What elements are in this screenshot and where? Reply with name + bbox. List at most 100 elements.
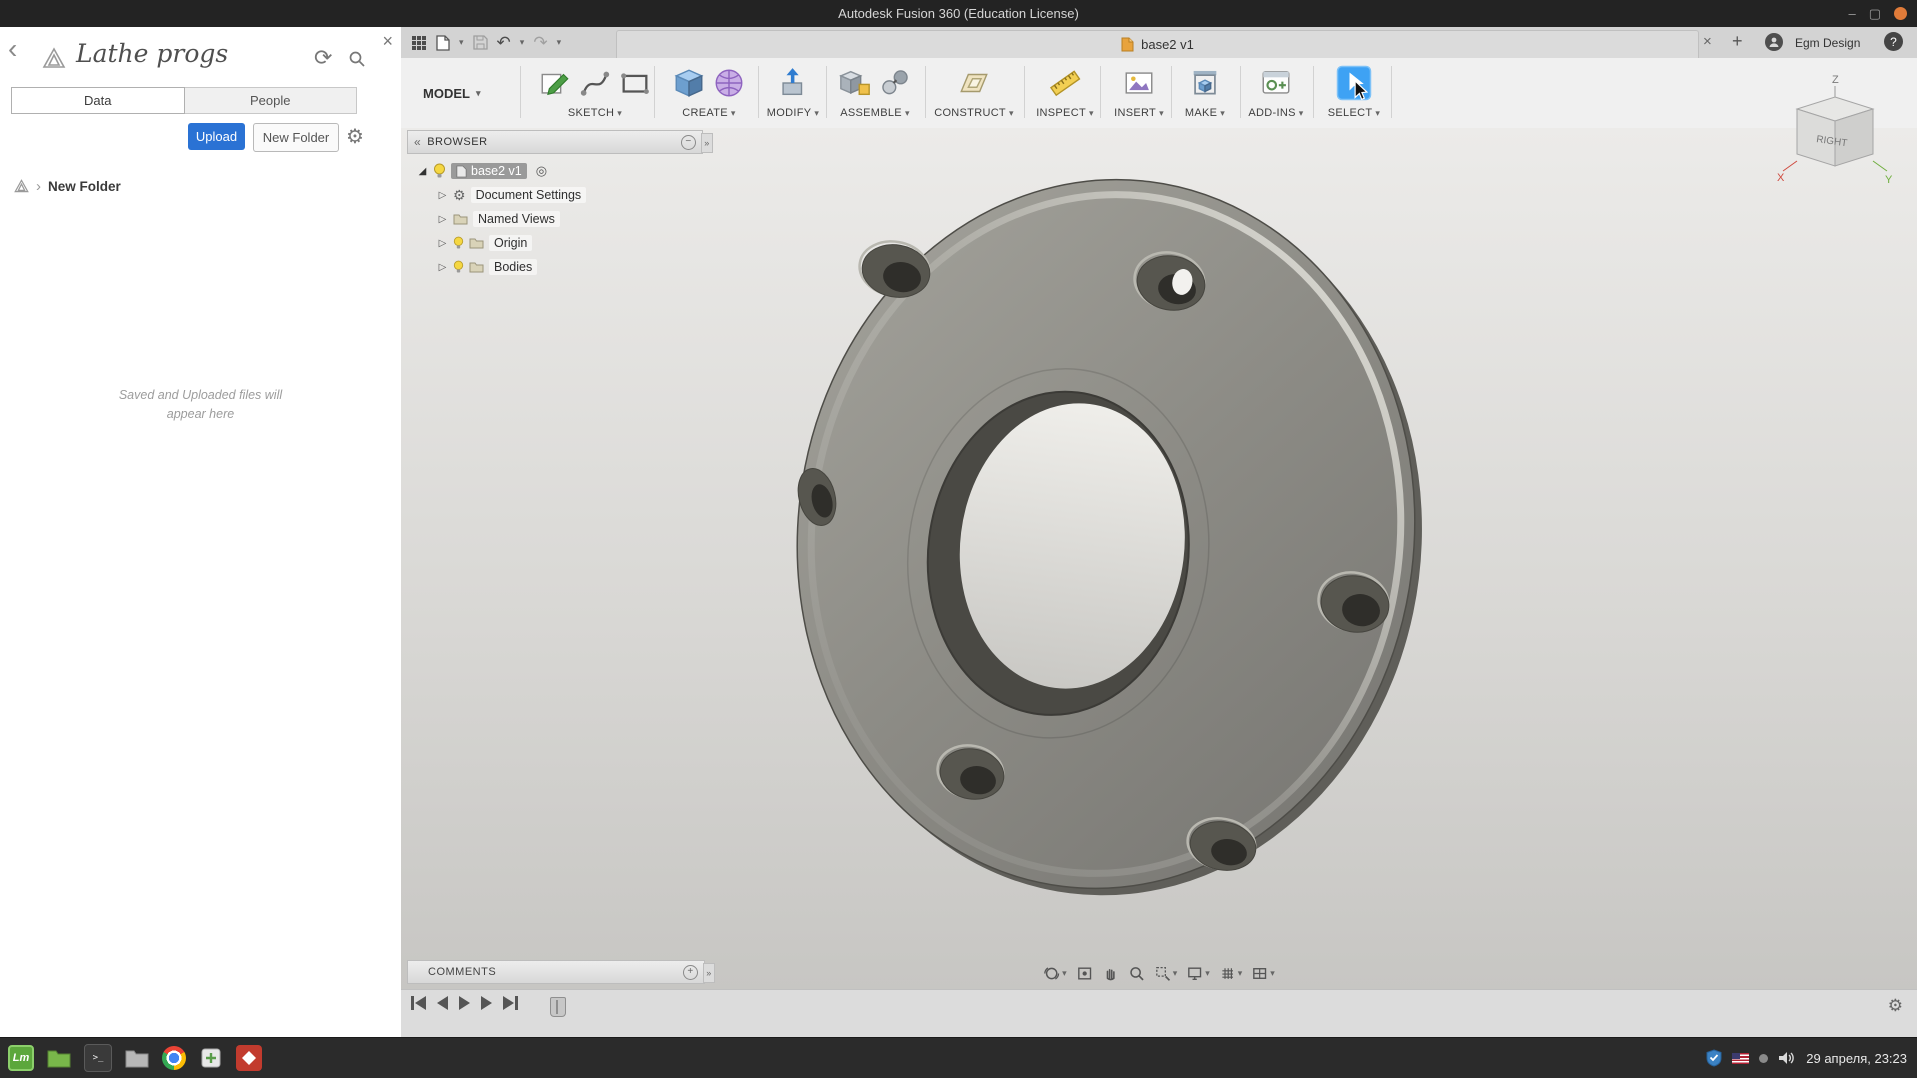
tab-data[interactable]: Data <box>11 87 185 114</box>
display-settings-icon[interactable]: ▾ <box>1186 965 1210 982</box>
file-menu-caret-icon[interactable]: ▾ <box>459 37 464 48</box>
expander-closed-icon[interactable]: ▷ <box>437 238 448 249</box>
tray-icon[interactable] <box>1759 1053 1769 1063</box>
sketch-caret-icon[interactable]: ▾ <box>617 108 622 119</box>
timeline-settings-icon[interactable]: ⚙ <box>1888 996 1903 1016</box>
browser-resize-handle[interactable]: » <box>701 133 713 153</box>
undo-icon[interactable]: ↶ <box>497 34 511 51</box>
redo-icon[interactable]: ↷ <box>533 34 547 51</box>
back-icon[interactable]: ‹ <box>8 35 17 63</box>
zoom-icon[interactable] <box>1128 965 1145 982</box>
viewcube[interactable]: Z RIGHT X Y <box>1775 71 1895 191</box>
make-3d-print-icon[interactable] <box>1188 66 1222 100</box>
browser-header[interactable]: « BROWSER − » <box>407 130 713 154</box>
search-icon[interactable] <box>348 50 366 68</box>
create-sketch-icon[interactable] <box>538 66 572 100</box>
maximize-button[interactable]: ▢ <box>1869 7 1881 20</box>
tree-row-root[interactable]: ◢ base2 v1 ◎ <box>407 159 703 183</box>
play-button[interactable] <box>459 996 470 1010</box>
skip-to-end-button[interactable] <box>503 996 518 1010</box>
sketch-rectangle-icon[interactable] <box>618 66 652 100</box>
sketch-spline-icon[interactable] <box>578 66 612 100</box>
assemble-caret-icon[interactable]: ▾ <box>905 108 910 119</box>
viewports-icon[interactable]: ▾ <box>1251 965 1275 982</box>
file-menu-icon[interactable] <box>436 34 450 51</box>
root-node[interactable]: base2 v1 <box>451 163 527 179</box>
taskbar-clock[interactable]: 29 апреля, 23:23 <box>1806 1051 1907 1066</box>
green-folder-icon[interactable] <box>46 1045 72 1071</box>
collapse-browser-icon[interactable]: « <box>414 135 421 149</box>
expander-closed-icon[interactable]: ▷ <box>437 262 448 273</box>
shield-icon[interactable] <box>1706 1049 1722 1067</box>
chrome-icon[interactable] <box>162 1046 186 1070</box>
timeline-playhead[interactable] <box>550 997 566 1017</box>
construction-plane-icon[interactable] <box>957 66 991 100</box>
new-component-icon[interactable] <box>838 66 872 100</box>
activate-component-radio[interactable]: ◎ <box>536 163 547 179</box>
addins-caret-icon[interactable]: ▾ <box>1299 108 1304 119</box>
comments-bar[interactable]: COMMENTS + » <box>407 960 715 984</box>
make-caret-icon[interactable]: ▾ <box>1220 108 1225 119</box>
skip-to-start-button[interactable] <box>411 996 426 1010</box>
refresh-icon[interactable]: ⟳ <box>314 45 332 71</box>
look-at-icon[interactable] <box>1076 965 1093 982</box>
expander-open-icon[interactable]: ◢ <box>417 166 428 177</box>
expander-closed-icon[interactable]: ▷ <box>437 190 448 201</box>
upload-button[interactable]: Upload <box>188 123 245 150</box>
visibility-bulb-icon[interactable] <box>453 236 464 250</box>
browser-minimize-icon[interactable]: − <box>681 134 696 150</box>
zoom-window-icon[interactable]: ▾ <box>1154 965 1177 982</box>
tree-row-document-settings[interactable]: ▷ ⚙ Document Settings <box>407 183 703 207</box>
tab-people[interactable]: People <box>184 87 357 114</box>
comments-expand-icon[interactable]: + <box>683 964 698 980</box>
visibility-bulb-icon[interactable] <box>433 163 446 179</box>
account-name[interactable]: Egm Design <box>1795 36 1879 50</box>
create-caret-icon[interactable]: ▾ <box>731 108 736 119</box>
terminal-icon[interactable]: >_ <box>84 1044 112 1072</box>
grid-snap-icon[interactable]: ▾ <box>1219 965 1242 982</box>
construct-caret-icon[interactable]: ▾ <box>1009 108 1014 119</box>
tree-row-named-views[interactable]: ▷ Named Views <box>407 207 703 231</box>
joint-icon[interactable] <box>878 66 912 100</box>
undo-caret-icon[interactable]: ▾ <box>520 37 525 48</box>
tree-row-bodies[interactable]: ▷ Bodies <box>407 255 703 279</box>
account-avatar[interactable] <box>1765 33 1783 51</box>
document-tab[interactable]: base2 v1 <box>616 30 1699 58</box>
orbit-icon[interactable]: ▾ <box>1043 965 1067 982</box>
data-panel-settings-icon[interactable]: ⚙ <box>346 124 364 149</box>
step-forward-button[interactable] <box>481 996 492 1010</box>
visibility-bulb-icon[interactable] <box>453 260 464 274</box>
mint-menu-icon[interactable]: Lm <box>8 1045 34 1071</box>
create-box-icon[interactable] <box>672 66 706 100</box>
insert-canvas-icon[interactable] <box>1122 66 1156 100</box>
press-pull-icon[interactable] <box>776 66 810 100</box>
scripts-addins-icon[interactable] <box>1259 66 1293 100</box>
file-manager-icon[interactable] <box>124 1045 150 1071</box>
app-grid-icon[interactable] <box>411 35 427 51</box>
pan-icon[interactable] <box>1102 965 1119 982</box>
comments-resize-handle[interactable]: » <box>703 963 715 983</box>
package-icon[interactable] <box>198 1045 224 1071</box>
step-back-button[interactable] <box>437 996 448 1010</box>
minimize-button[interactable]: – <box>1848 7 1855 20</box>
measure-icon[interactable] <box>1048 66 1082 100</box>
new-document-tab-icon[interactable]: + <box>1732 31 1743 52</box>
close-button[interactable] <box>1894 7 1907 20</box>
us-flag-icon[interactable] <box>1732 1052 1750 1064</box>
save-icon[interactable] <box>472 35 488 50</box>
expander-closed-icon[interactable]: ▷ <box>437 214 448 225</box>
modify-caret-icon[interactable]: ▾ <box>814 108 819 119</box>
red-app-icon[interactable] <box>236 1045 262 1071</box>
volume-icon[interactable] <box>1778 1050 1796 1066</box>
data-panel-close-icon[interactable]: × <box>382 31 393 52</box>
folder-list-item[interactable]: › New Folder <box>14 173 121 199</box>
workspace-selector[interactable]: MODEL ▾ <box>423 58 480 128</box>
redo-caret-icon[interactable]: ▾ <box>557 37 562 48</box>
model-canvas[interactable]: « BROWSER − » ◢ base2 v1 ◎ ▷ ⚙ Document … <box>401 128 1917 990</box>
select-caret-icon[interactable]: ▾ <box>1375 108 1380 119</box>
create-coil-icon[interactable] <box>712 66 746 100</box>
tree-row-origin[interactable]: ▷ Origin <box>407 231 703 255</box>
help-button[interactable]: ? <box>1884 32 1903 51</box>
document-tab-close-icon[interactable]: × <box>1703 33 1712 50</box>
new-folder-button[interactable]: New Folder <box>253 123 339 152</box>
